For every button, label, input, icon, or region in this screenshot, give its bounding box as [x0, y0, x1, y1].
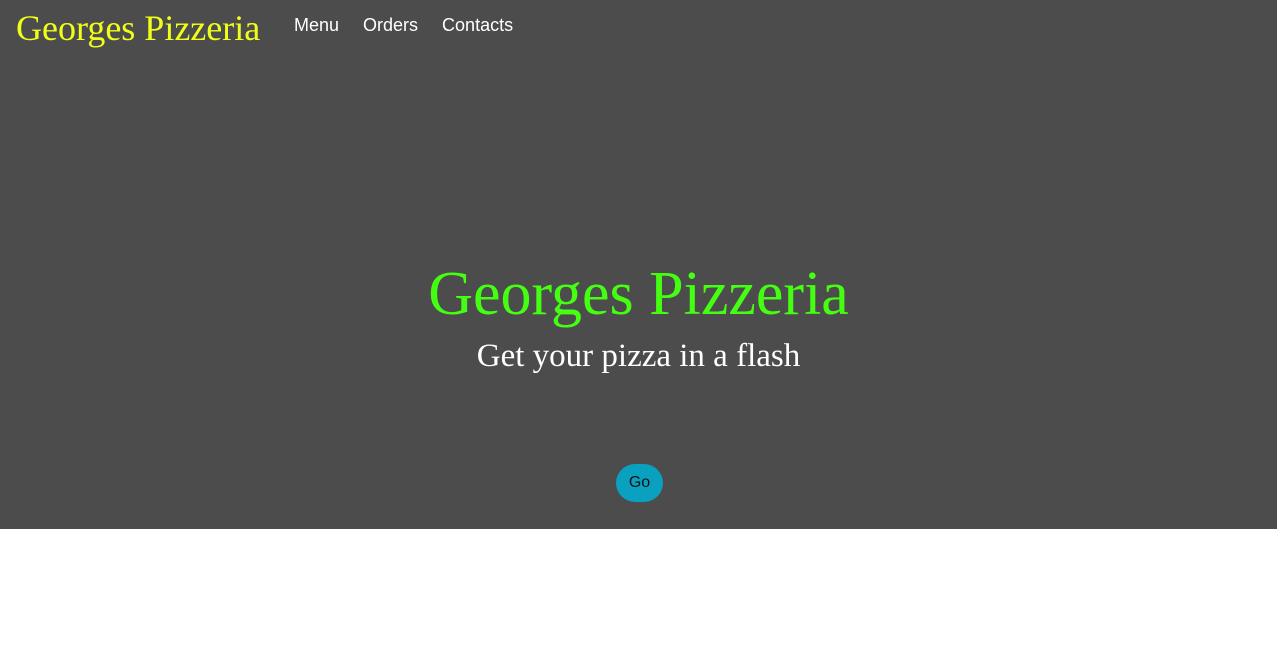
nav-link-contacts[interactable]: Contacts [442, 13, 513, 37]
page-body-empty [0, 529, 1277, 659]
hero-subtitle: Get your pizza in a flash [476, 338, 801, 374]
nav-links: Menu Orders Contacts [294, 13, 537, 37]
hero-title: Georges Pizzeria [428, 260, 849, 328]
nav-link-orders[interactable]: Orders [363, 13, 418, 37]
nav-link-menu[interactable]: Menu [294, 13, 339, 37]
go-button[interactable]: Go [616, 464, 663, 502]
hero-section: Georges Pizzeria Menu Orders Contacts Ge… [0, 0, 1277, 529]
brand-logo-link[interactable]: Georges Pizzeria [16, 6, 260, 50]
